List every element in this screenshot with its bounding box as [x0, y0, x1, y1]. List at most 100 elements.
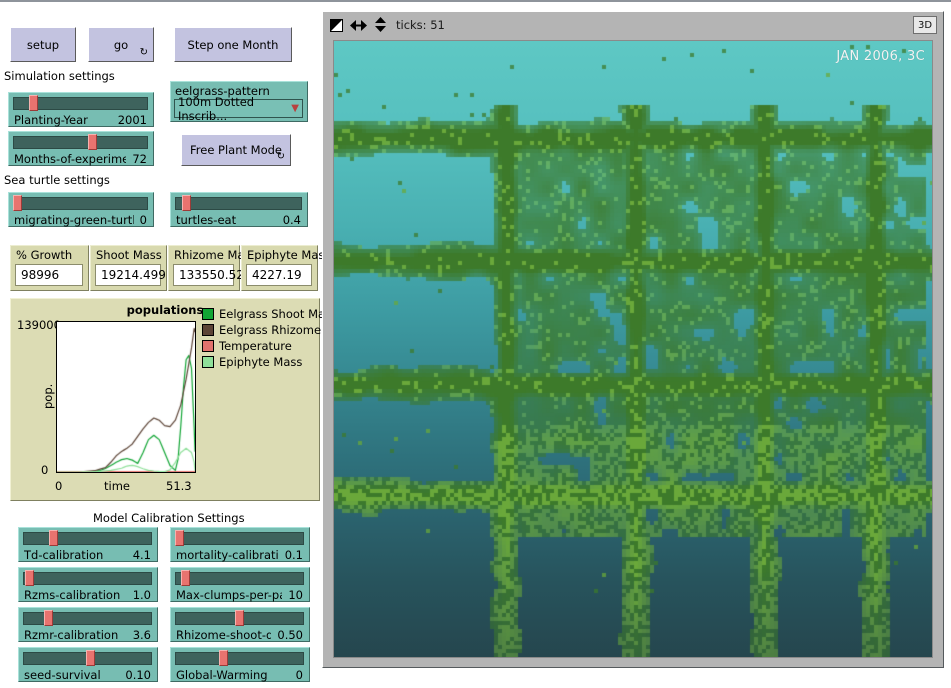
- slider-planting-year[interactable]: Planting-Year 2001: [8, 92, 154, 127]
- slider-value: 0.10: [119, 668, 151, 682]
- legend-color-swatch: [202, 340, 214, 352]
- slider-thumb[interactable]: [44, 610, 53, 626]
- slider-rzmr-calibration[interactable]: Rzmr-calibration 3.6: [18, 607, 158, 642]
- monitor-label: Epiphyte Mass: [247, 248, 330, 262]
- slider-thumb[interactable]: [182, 195, 191, 211]
- slider-value: 2001: [112, 113, 147, 127]
- slider-label: Months-of-experiment: [14, 152, 126, 166]
- slider-thumb[interactable]: [86, 650, 95, 666]
- slider-thumb[interactable]: [235, 610, 244, 626]
- slider-value: 0: [134, 213, 147, 227]
- monitor-value: 4227.19: [246, 264, 312, 286]
- plot-x-max-tick: 51.3: [166, 479, 192, 493]
- slider-label: turtles-eat: [176, 213, 236, 227]
- go-button[interactable]: go ↻: [88, 27, 154, 62]
- monitor-label: % Growth: [16, 248, 72, 262]
- section-label-sea-turtle: Sea turtle settings: [4, 173, 110, 187]
- slider-track: [175, 197, 302, 210]
- slider-thumb[interactable]: [49, 530, 58, 546]
- slider-mortality-calibration[interactable]: mortality-calibration 0.1: [170, 527, 310, 562]
- plot-y-min-tick: 0: [41, 463, 48, 477]
- slider-label: Global-Warming: [176, 668, 268, 682]
- chooser-value-box[interactable]: 100m Dotted Inscrib... ▼: [174, 99, 303, 118]
- slider-track: [23, 532, 152, 545]
- slider-thumb[interactable]: [219, 650, 228, 666]
- slider-label: Planting-Year: [14, 113, 88, 127]
- monitor-rhizome-mass: Rhizome Mass 133550.52: [168, 245, 240, 291]
- step-one-month-button[interactable]: Step one Month: [174, 27, 292, 62]
- slider-thumb[interactable]: [181, 570, 190, 586]
- free-plant-mode-button-label: Free Plant Mode: [190, 143, 282, 157]
- plot-x-axis-label: time: [104, 479, 130, 493]
- chooser-eelgrass-pattern[interactable]: eelgrass-pattern 100m Dotted Inscrib... …: [170, 81, 308, 122]
- monitor-value: 133550.52: [173, 264, 234, 286]
- simulation-date-label: JAN 2006, 3C: [836, 49, 925, 64]
- horizontal-wrap-icon[interactable]: [350, 17, 367, 36]
- slider-track: [175, 572, 304, 585]
- slider-thumb[interactable]: [29, 95, 38, 111]
- vertical-wrap-icon[interactable]: [374, 17, 387, 36]
- slider-track: [23, 612, 152, 625]
- slider-label: migrating-green-turtles: [14, 213, 134, 227]
- section-label-simulation: Simulation settings: [4, 69, 115, 83]
- toggle-3d-button[interactable]: 3D: [913, 16, 937, 34]
- go-button-label: go: [114, 38, 128, 52]
- slider-max-clumps-per-patch[interactable]: Max-clumps-per-pa... 10: [170, 567, 310, 602]
- slider-track: [175, 532, 304, 545]
- slider-thumb[interactable]: [175, 530, 184, 546]
- forever-icon: ↻: [277, 152, 285, 162]
- slider-global-warming[interactable]: Global-Warming 0: [170, 647, 310, 682]
- world-canvas[interactable]: JAN 2006, 3C: [333, 40, 933, 658]
- chevron-down-icon: ▼: [291, 104, 299, 114]
- slider-label: Max-clumps-per-pa...: [176, 588, 282, 602]
- eelgrass-patch-canvas[interactable]: [334, 41, 932, 657]
- plot-y-axis-label: pop.: [41, 384, 55, 409]
- monitor-shoot-mass: Shoot Mass 19214.499: [90, 245, 167, 291]
- slider-thumb[interactable]: [88, 134, 97, 150]
- slider-value: 3.6: [127, 628, 151, 642]
- slider-value: 10: [282, 588, 303, 602]
- slider-track: [175, 652, 304, 665]
- slider-thumb[interactable]: [13, 195, 22, 211]
- slider-td-calibration[interactable]: Td-calibration 4.1: [18, 527, 158, 562]
- plot-y-max-tick: 139000: [17, 318, 61, 332]
- slider-label: Rzmr-calibration: [24, 628, 118, 642]
- slider-months-of-experiment[interactable]: Months-of-experiment 72: [8, 131, 154, 166]
- slider-track: [13, 197, 148, 210]
- monitor-value: 98996: [15, 264, 83, 286]
- slider-rzms-calibration[interactable]: Rzms-calibration 1.0: [18, 567, 158, 602]
- slider-label: Rzms-calibration: [24, 588, 120, 602]
- slider-value: 72: [126, 152, 147, 166]
- slider-migrating-green-turtles[interactable]: migrating-green-turtles 0: [8, 192, 154, 227]
- ticks-counter: ticks: 51: [396, 18, 445, 32]
- legend-label: Epiphyte Mass: [219, 355, 302, 369]
- slider-track: [23, 572, 152, 585]
- free-plant-mode-button[interactable]: Free Plant Mode ↻: [181, 134, 291, 166]
- monitor-epiphyte-mass: Epiphyte Mass 4227.19: [241, 245, 318, 291]
- setup-button[interactable]: setup: [10, 27, 76, 62]
- step-one-month-button-label: Step one Month: [188, 38, 279, 52]
- window-top-divider: [0, 0, 951, 2]
- slider-label: mortality-calibration: [176, 548, 279, 562]
- slider-track: [13, 136, 148, 149]
- populations-plot[interactable]: populations 139000 0 pop. 0 time 51.3 Ee…: [10, 298, 320, 501]
- view-toolbar: ticks: 51 3D: [324, 13, 942, 39]
- slider-seed-survival[interactable]: seed-survival 0.10: [18, 647, 158, 682]
- plot-canvas-area: [56, 321, 196, 473]
- slider-label: Rhizome-shoot-di...: [176, 628, 271, 642]
- slider-turtles-eat[interactable]: turtles-eat 0.4: [170, 192, 308, 227]
- slider-value: 4.1: [127, 548, 151, 562]
- view-toolbar-icons: [330, 17, 387, 36]
- legend-color-swatch: [202, 324, 214, 336]
- setup-button-label: setup: [27, 38, 59, 52]
- monitor-label: Shoot Mass: [96, 248, 162, 262]
- slider-rhizome-shoot-distance[interactable]: Rhizome-shoot-di... 0.50: [170, 607, 310, 642]
- world-view-panel: ticks: 51 3D JAN 2006, 3C: [322, 11, 944, 668]
- forever-icon: ↻: [140, 48, 148, 58]
- slider-value: 0.1: [279, 548, 303, 562]
- slider-value: 0.50: [271, 628, 303, 642]
- legend-color-swatch: [202, 356, 214, 368]
- slider-thumb[interactable]: [25, 570, 34, 586]
- resize-world-icon[interactable]: [330, 17, 343, 36]
- section-label-calibration: Model Calibration Settings: [93, 511, 245, 525]
